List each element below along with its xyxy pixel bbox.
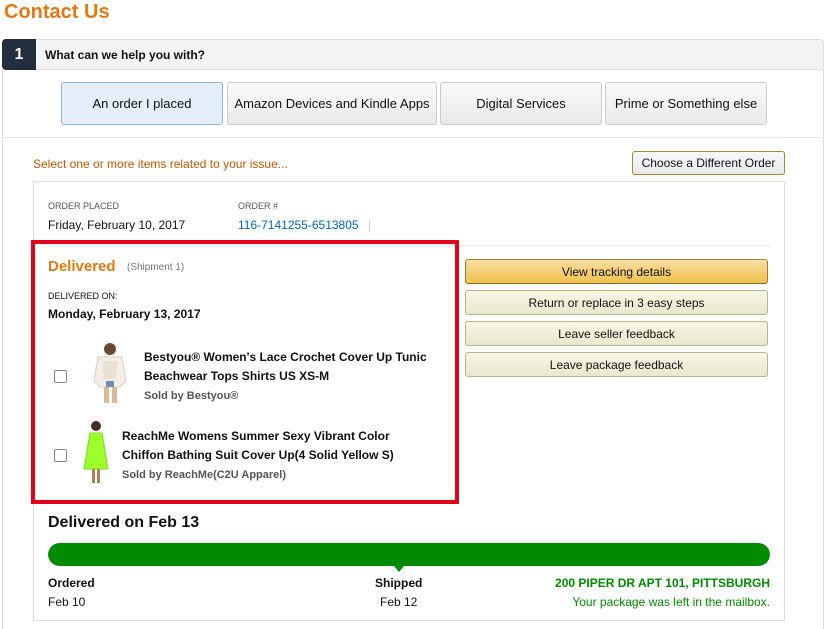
delivered-on-label: DELIVERED ON: (48, 291, 118, 301)
item-title-line2[interactable]: Beachwear Tops Shirts US XS-M (144, 367, 329, 386)
item-title-line2[interactable]: Chiffon Bathing Suit Cover Up(4 Solid Ye… (122, 446, 394, 465)
package-feedback-button[interactable]: Leave package feedback (465, 352, 768, 377)
step-number: 1 (2, 39, 36, 70)
shipment-number: (Shipment 1) (127, 262, 185, 273)
shipment-status: Delivered (48, 258, 116, 275)
ordered-date: Feb 10 (48, 595, 86, 609)
cover-up-product-image[interactable] (82, 419, 110, 485)
select-items-message: Select one or more items related to your… (33, 157, 288, 171)
tunic-product-image[interactable] (90, 341, 130, 405)
order-placed-value: Friday, February 10, 2017 (48, 218, 186, 232)
return-replace-button[interactable]: Return or replace in 3 easy steps (465, 290, 768, 315)
item-seller: Sold by ReachMe(C2U Apparel) (122, 469, 287, 481)
item-title-line1[interactable]: Bestyou® Women's Lace Crochet Cover Up T… (144, 348, 427, 367)
seller-feedback-button[interactable]: Leave seller feedback (465, 321, 768, 346)
delivery-note: Your package was left in the mailbox. (572, 595, 770, 609)
item-checkbox[interactable] (54, 449, 67, 462)
step-header: 1 What can we help you with? (2, 39, 824, 70)
item-checkbox[interactable] (54, 370, 67, 383)
shipped-date: Feb 12 (380, 595, 418, 609)
category-prime-button[interactable]: Prime or Something else (605, 82, 767, 125)
step-label: What can we help you with? (45, 48, 206, 62)
progress-marker (394, 566, 404, 572)
delivery-progress-fill (48, 543, 770, 566)
delivery-progress-bar (48, 543, 770, 566)
delivered-on-date: Monday, February 13, 2017 (48, 307, 201, 321)
shipped-label: Shipped (375, 576, 423, 590)
order-number-link[interactable]: 116-7141255-6513805 (238, 218, 359, 232)
section-divider (4, 137, 822, 138)
category-digital-button[interactable]: Digital Services (440, 82, 602, 125)
category-devices-button[interactable]: Amazon Devices and Kindle Apps (227, 82, 437, 125)
order-number-label: ORDER # (238, 201, 279, 211)
choose-different-order-button[interactable]: Choose a Different Order (632, 151, 785, 175)
order-meta-separator: | (368, 218, 372, 232)
order-placed-label: ORDER PLACED (48, 201, 120, 211)
item-title-line1[interactable]: ReachMe Womens Summer Sexy Vibrant Color (122, 427, 390, 446)
delivery-address: 200 PIPER DR APT 101, PITTSBURGH (555, 576, 770, 590)
delivery-headline: Delivered on Feb 13 (48, 514, 200, 531)
view-tracking-button[interactable]: View tracking details (465, 259, 768, 284)
page-title: Contact Us (4, 1, 110, 23)
category-order-button[interactable]: An order I placed (61, 82, 223, 125)
ordered-label: Ordered (48, 576, 95, 590)
item-seller: Sold by Bestyou® (144, 390, 239, 402)
